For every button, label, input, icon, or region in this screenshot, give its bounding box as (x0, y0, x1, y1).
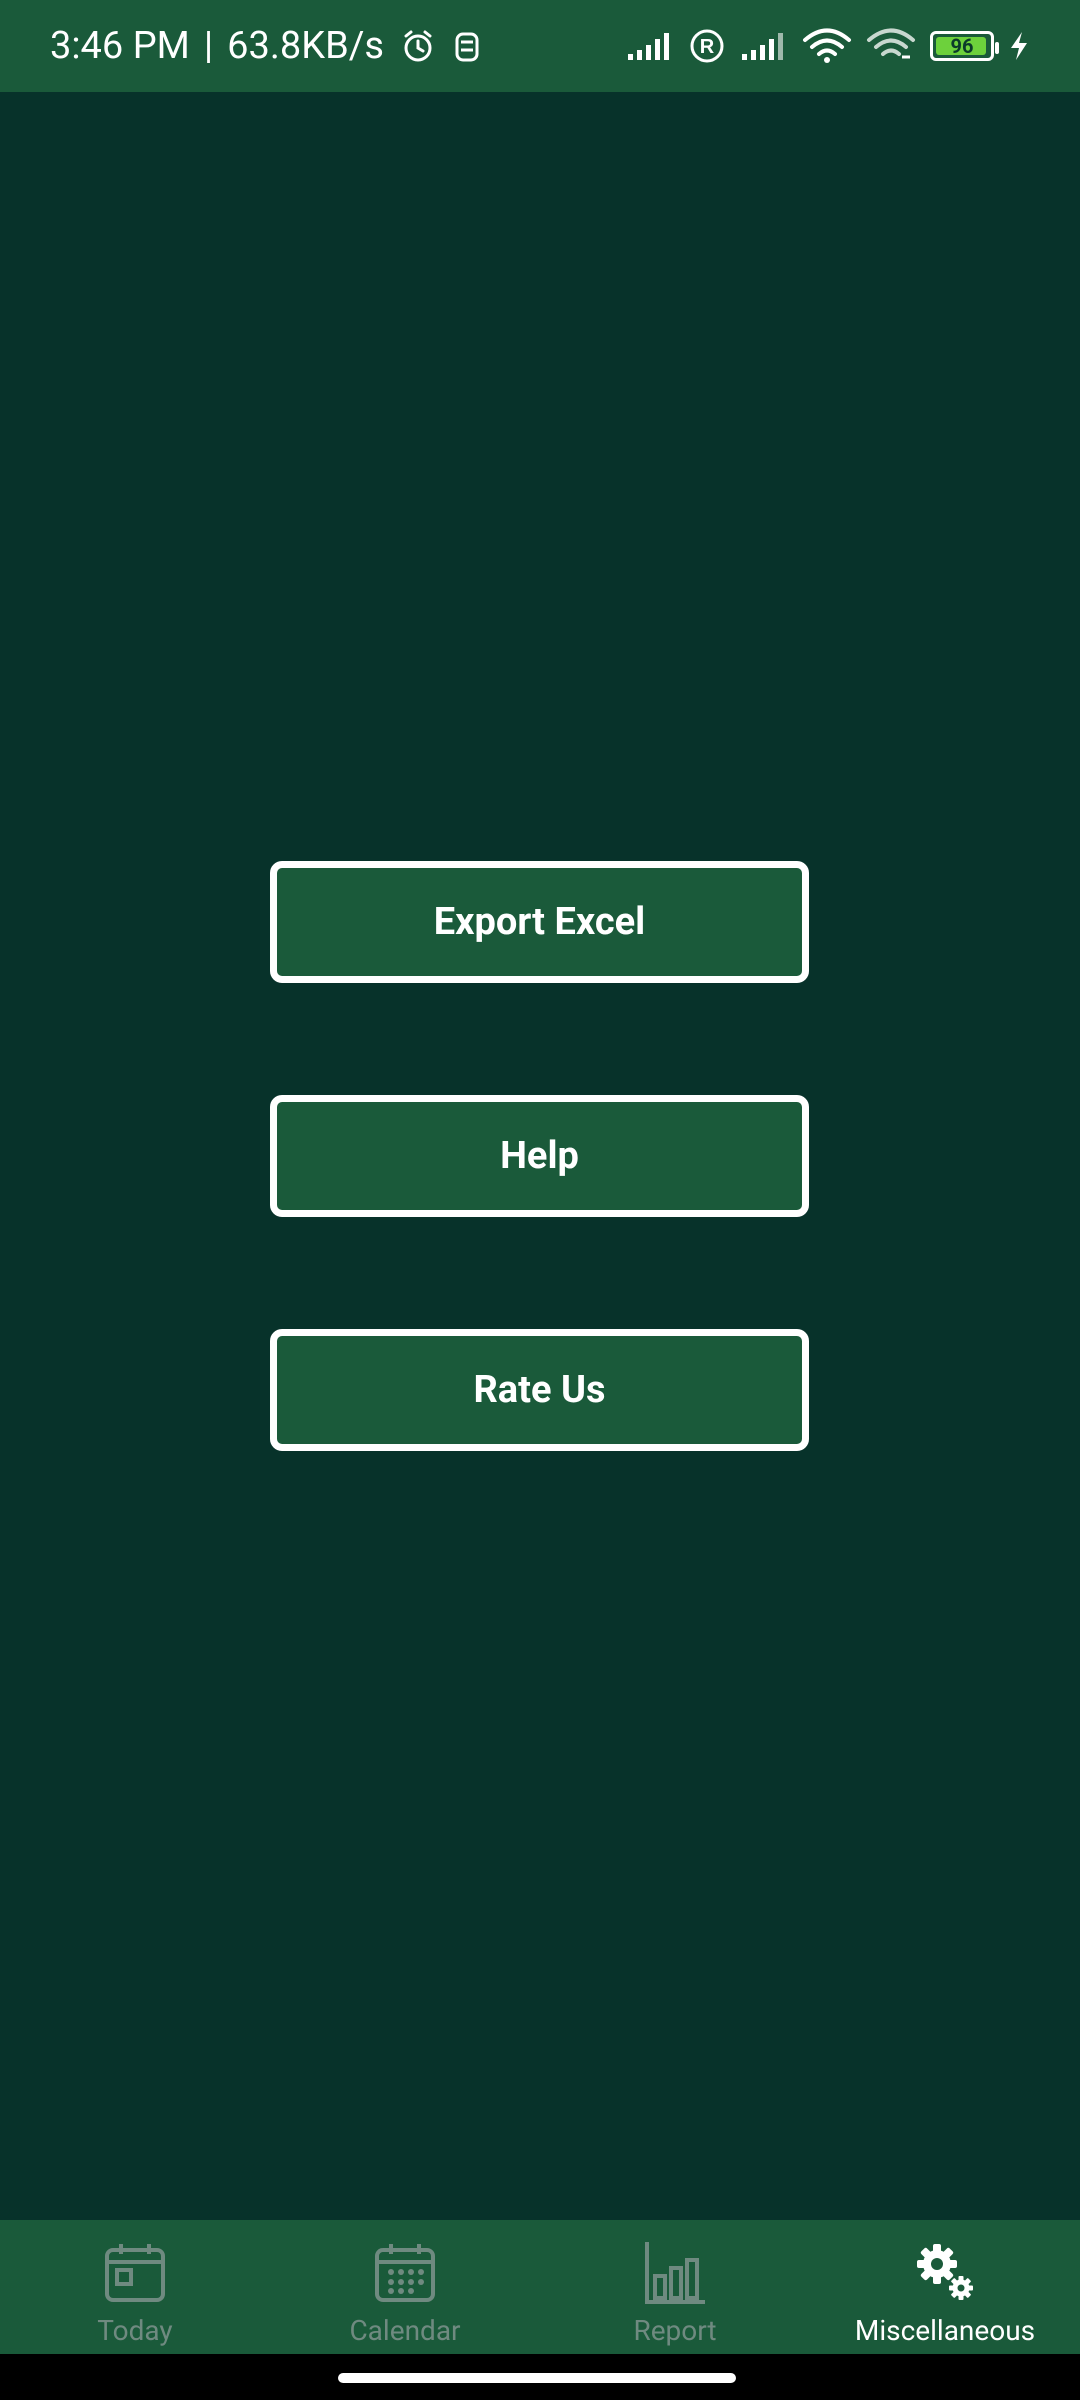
nav-label-today: Today (97, 2314, 173, 2347)
svg-text:R: R (700, 36, 715, 58)
nav-label-report: Report (633, 2314, 717, 2347)
status-bar: 3:46 PM | 63.8KB/s R 96 (0, 0, 1080, 92)
calendar-today-icon (103, 2240, 167, 2304)
help-button[interactable]: Help (270, 1095, 809, 1217)
wifi-icon (802, 27, 852, 65)
export-excel-button[interactable]: Export Excel (270, 861, 809, 983)
bottom-nav: Today Calendar Report Miscellaneous (0, 2220, 1080, 2354)
network-speed: 63.8KB/s (227, 24, 385, 68)
nav-item-miscellaneous[interactable]: Miscellaneous (810, 2220, 1080, 2354)
bar-chart-icon (643, 2240, 707, 2304)
home-gesture-bar[interactable] (338, 2373, 736, 2383)
calendar-icon (373, 2240, 437, 2304)
charging-icon (1008, 30, 1030, 62)
status-time: 3:46 PM (50, 24, 190, 68)
nav-label-calendar: Calendar (349, 2314, 461, 2347)
status-right: R 96 (626, 27, 1030, 65)
alarm-icon (398, 26, 438, 66)
signal-icon (626, 30, 674, 62)
rate-us-button[interactable]: Rate Us (270, 1329, 809, 1451)
battery-icon: 96 (930, 31, 999, 61)
status-left: 3:46 PM | 63.8KB/s (50, 24, 482, 68)
status-divider: | (203, 24, 214, 68)
nav-item-today[interactable]: Today (0, 2220, 270, 2354)
signal-icon (740, 30, 788, 62)
nav-item-calendar[interactable]: Calendar (270, 2220, 540, 2354)
nav-item-report[interactable]: Report (540, 2220, 810, 2354)
battery-level: 96 (950, 34, 974, 58)
wifi-link-icon (866, 27, 916, 65)
gesture-area (0, 2354, 1080, 2400)
nav-label-miscellaneous: Miscellaneous (854, 2314, 1036, 2347)
gears-icon (913, 2240, 977, 2304)
main-content: Export Excel Help Rate Us (0, 92, 1080, 2220)
registered-icon: R (688, 27, 726, 65)
clock-app-icon (452, 28, 482, 64)
